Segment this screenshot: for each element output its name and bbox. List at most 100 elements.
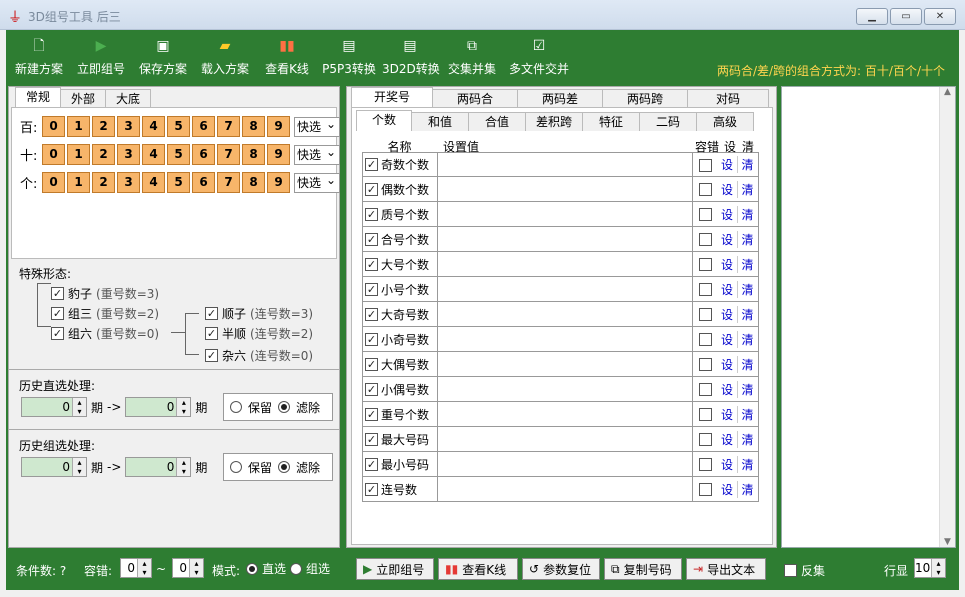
clear-link[interactable]: 清 — [737, 430, 757, 448]
condition-value-field[interactable] — [438, 252, 693, 276]
condition-name[interactable]: 小号个数 — [363, 277, 438, 301]
digit-button[interactable]: 9 — [267, 144, 290, 165]
condition-name[interactable]: 大号个数 — [363, 252, 438, 276]
zaliu-checkbox[interactable] — [205, 349, 218, 362]
set-link[interactable]: 设 — [717, 181, 737, 198]
set-link[interactable]: 设 — [717, 281, 737, 298]
set-link[interactable]: 设 — [717, 381, 737, 398]
filter-radio[interactable] — [278, 461, 291, 473]
keep-radio[interactable] — [230, 401, 242, 413]
set-link[interactable]: 设 — [717, 206, 737, 223]
digit-button[interactable]: 9 — [267, 172, 290, 193]
digit-button[interactable]: 1 — [67, 116, 90, 137]
tolerance-cell[interactable] — [693, 482, 717, 496]
condition-checkbox[interactable] — [365, 232, 378, 246]
condition-value-field[interactable] — [438, 327, 693, 351]
minimize-button[interactable]: ▁ — [856, 8, 888, 25]
zusan-checkbox[interactable] — [51, 307, 64, 320]
tolerance-cell[interactable] — [693, 407, 717, 421]
clear-link[interactable]: 清 — [737, 305, 757, 323]
clear-link[interactable]: 清 — [737, 230, 757, 248]
reverse-checkbox[interactable] — [784, 564, 797, 577]
digit-button[interactable]: 9 — [267, 116, 290, 137]
set-link[interactable]: 设 — [717, 431, 737, 448]
condition-name[interactable]: 小奇号数 — [363, 327, 438, 351]
tab-regular[interactable]: 常规 — [15, 87, 62, 108]
condition-checkbox[interactable] — [365, 357, 378, 371]
load-plan-button[interactable]: ▰ 载入方案 — [200, 36, 250, 80]
set-link[interactable]: 设 — [717, 331, 737, 348]
view-kline-bottom-button[interactable]: ▮▮ 查看K线 — [438, 558, 518, 580]
tab-advanced[interactable]: 高级 — [696, 112, 754, 131]
tolerance-cell[interactable] — [693, 158, 717, 172]
tolerance-cell[interactable] — [693, 357, 717, 371]
set-link[interactable]: 设 — [717, 231, 737, 248]
clear-link[interactable]: 清 — [737, 480, 757, 498]
digit-button[interactable]: 3 — [117, 144, 140, 165]
zuliu-checkbox[interactable] — [51, 327, 64, 340]
tolerance-cell[interactable] — [693, 432, 717, 446]
zaliu-option[interactable]: 杂六(连号数=0) — [205, 347, 313, 364]
tab-diff-product-span[interactable]: 差积跨 — [525, 112, 583, 131]
condition-checkbox[interactable] — [365, 432, 378, 446]
condition-value-field[interactable] — [438, 377, 693, 401]
tolerance-checkbox[interactable] — [698, 258, 712, 271]
maximize-button[interactable]: ▭ — [890, 8, 922, 25]
tab-two-code[interactable]: 二码 — [639, 112, 697, 131]
condition-value-field[interactable] — [438, 202, 693, 226]
scroll-down-icon[interactable]: ▼ — [940, 537, 955, 547]
clear-link[interactable]: 清 — [737, 355, 757, 373]
condition-name[interactable]: 连号数 — [363, 477, 438, 501]
clear-link[interactable]: 清 — [737, 330, 757, 348]
intersect-union-button[interactable]: ⧉ 交集并集 — [446, 36, 498, 80]
tab-count[interactable]: 个数 — [356, 110, 412, 131]
tab-two-sum[interactable]: 两码合 — [432, 89, 518, 108]
tab-two-span[interactable]: 两码跨 — [602, 89, 688, 108]
tolerance-checkbox[interactable] — [698, 408, 712, 421]
condition-checkbox[interactable] — [365, 207, 378, 221]
tolerance-cell[interactable] — [693, 182, 717, 196]
digit-button[interactable]: 7 — [217, 172, 240, 193]
tab-base[interactable]: 大底 — [105, 89, 152, 108]
tab-sum[interactable]: 和值 — [411, 112, 469, 131]
hist-direct-from[interactable]: 0 — [21, 397, 87, 417]
condition-name[interactable]: 大奇号数 — [363, 302, 438, 326]
condition-value-field[interactable] — [438, 227, 693, 251]
shunzi-option[interactable]: 顺子(连号数=3) — [205, 305, 313, 322]
tolerance-cell[interactable] — [693, 282, 717, 296]
condition-name[interactable]: 质号个数 — [363, 202, 438, 226]
digit-button[interactable]: 4 — [142, 116, 165, 137]
scrollbar[interactable]: ▲ ▼ — [939, 87, 955, 547]
hist-group-from[interactable]: 0 — [21, 457, 87, 477]
tolerance-checkbox[interactable] — [698, 308, 712, 321]
build-now-button[interactable]: ▶ 立即组号 — [76, 36, 126, 80]
tab-feature[interactable]: 特征 — [582, 112, 640, 131]
tolerance-min[interactable]: 0 — [120, 558, 152, 578]
tolerance-cell[interactable] — [693, 207, 717, 221]
digit-button[interactable]: 0 — [42, 172, 65, 193]
set-link[interactable]: 设 — [717, 456, 737, 473]
hist-group-to[interactable]: 0 — [125, 457, 192, 477]
clear-link[interactable]: 清 — [737, 405, 757, 423]
digit-button[interactable]: 8 — [242, 172, 265, 193]
baozi-checkbox[interactable] — [51, 287, 64, 300]
condition-value-field[interactable] — [438, 352, 693, 376]
set-link[interactable]: 设 — [717, 256, 737, 273]
zuliu-option[interactable]: 组六(重号数=0) — [51, 325, 159, 342]
condition-checkbox[interactable] — [365, 257, 378, 271]
clear-link[interactable]: 清 — [737, 280, 757, 298]
condition-value-field[interactable] — [438, 277, 693, 301]
digit-button[interactable]: 5 — [167, 116, 190, 137]
tolerance-max[interactable]: 0 — [172, 558, 204, 578]
new-plan-button[interactable]: 🗋 新建方案 — [14, 36, 64, 80]
tolerance-cell[interactable] — [693, 307, 717, 321]
3d2d-convert-button[interactable]: ▤ 3D2D转换 — [382, 36, 440, 80]
condition-value-field[interactable] — [438, 153, 693, 176]
result-list[interactable]: ▲ ▼ — [781, 86, 956, 548]
digit-button[interactable]: 7 — [217, 144, 240, 165]
banshun-option[interactable]: 半顺(连号数=2) — [205, 325, 313, 342]
set-link[interactable]: 设 — [717, 156, 737, 173]
condition-checkbox[interactable] — [365, 482, 378, 496]
digit-button[interactable]: 8 — [242, 144, 265, 165]
quick-select-dropdown[interactable]: 快选 — [294, 171, 340, 193]
